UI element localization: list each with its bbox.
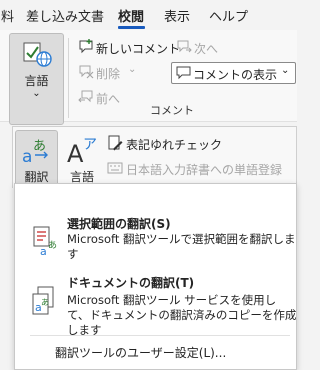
tab-review[interactable]: 校閲 — [118, 6, 144, 25]
active-tab-indicator — [118, 26, 145, 29]
group-separator — [68, 38, 69, 118]
comment-icon — [176, 66, 191, 80]
svg-text:a: a — [40, 245, 47, 256]
tab-file[interactable]: 料 — [1, 6, 14, 25]
svg-text:あ: あ — [33, 139, 46, 154]
new-comment-icon — [79, 39, 93, 54]
add-word-to-dictionary-button[interactable]: 日本語入力辞書への単語登録 — [126, 161, 282, 178]
svg-text:a: a — [22, 147, 32, 166]
language-button-label: 言語 — [24, 74, 49, 88]
tab-view[interactable]: 表示 — [164, 6, 190, 25]
ribbon-tab-bar: 料 差し込み文書 校閲 表示 ヘルプ — [0, 0, 297, 30]
translate-document-icon: a あ — [32, 286, 54, 315]
spell-variant-icon — [108, 135, 123, 151]
tab-mailings[interactable]: 差し込み文書 — [26, 6, 104, 25]
comment-group-label: コメント — [150, 104, 194, 117]
previous-comment-button[interactable]: 前へ — [96, 90, 120, 107]
translate-selection-item[interactable]: 選択範囲の翻訳(S) — [67, 215, 171, 232]
translate-selection-description: Microsoft 翻訳ツールで選択範囲を翻訳します — [67, 232, 296, 261]
spell-variant-check-button[interactable]: 表記ゆれチェック — [126, 136, 222, 153]
translate-document-item[interactable]: ドキュメントの翻訳(T) — [67, 274, 194, 291]
keyboard-icon — [107, 162, 123, 174]
translate-selection-icon: a あ — [33, 226, 57, 256]
chevron-down-icon: ⌄ — [281, 65, 290, 76]
previous-comment-icon — [78, 90, 93, 103]
svg-text:ア: ア — [83, 137, 97, 153]
svg-text:あ: あ — [48, 240, 57, 251]
delete-comment-icon — [79, 65, 94, 79]
chevron-down-icon: ⌄ — [32, 88, 41, 99]
language-globe-icon — [23, 42, 52, 67]
language-aa-icon: A ア — [67, 137, 97, 166]
delete-comment-button[interactable]: 削除 — [96, 65, 120, 82]
translator-settings-item[interactable]: 翻訳ツールのユーザー設定(L)... — [55, 344, 226, 361]
menu-separator — [30, 335, 290, 336]
svg-text:あ: あ — [41, 298, 49, 307]
next-comment-button[interactable]: 次へ — [194, 40, 218, 57]
show-comments-label: コメントの表示 — [193, 68, 278, 82]
svg-text:A: A — [67, 140, 84, 166]
tab-help[interactable]: ヘルプ — [209, 6, 248, 25]
translate-icon: a あ — [22, 139, 48, 166]
new-comment-button[interactable]: 新しいコメント — [96, 40, 180, 57]
next-comment-icon — [177, 40, 192, 53]
chevron-down-icon[interactable]: ⌄ — [128, 64, 136, 75]
translate-document-description: Microsoft 翻訳ツール サービスを使用して、ドキュメントの翻訳済みのコピ… — [67, 293, 297, 337]
